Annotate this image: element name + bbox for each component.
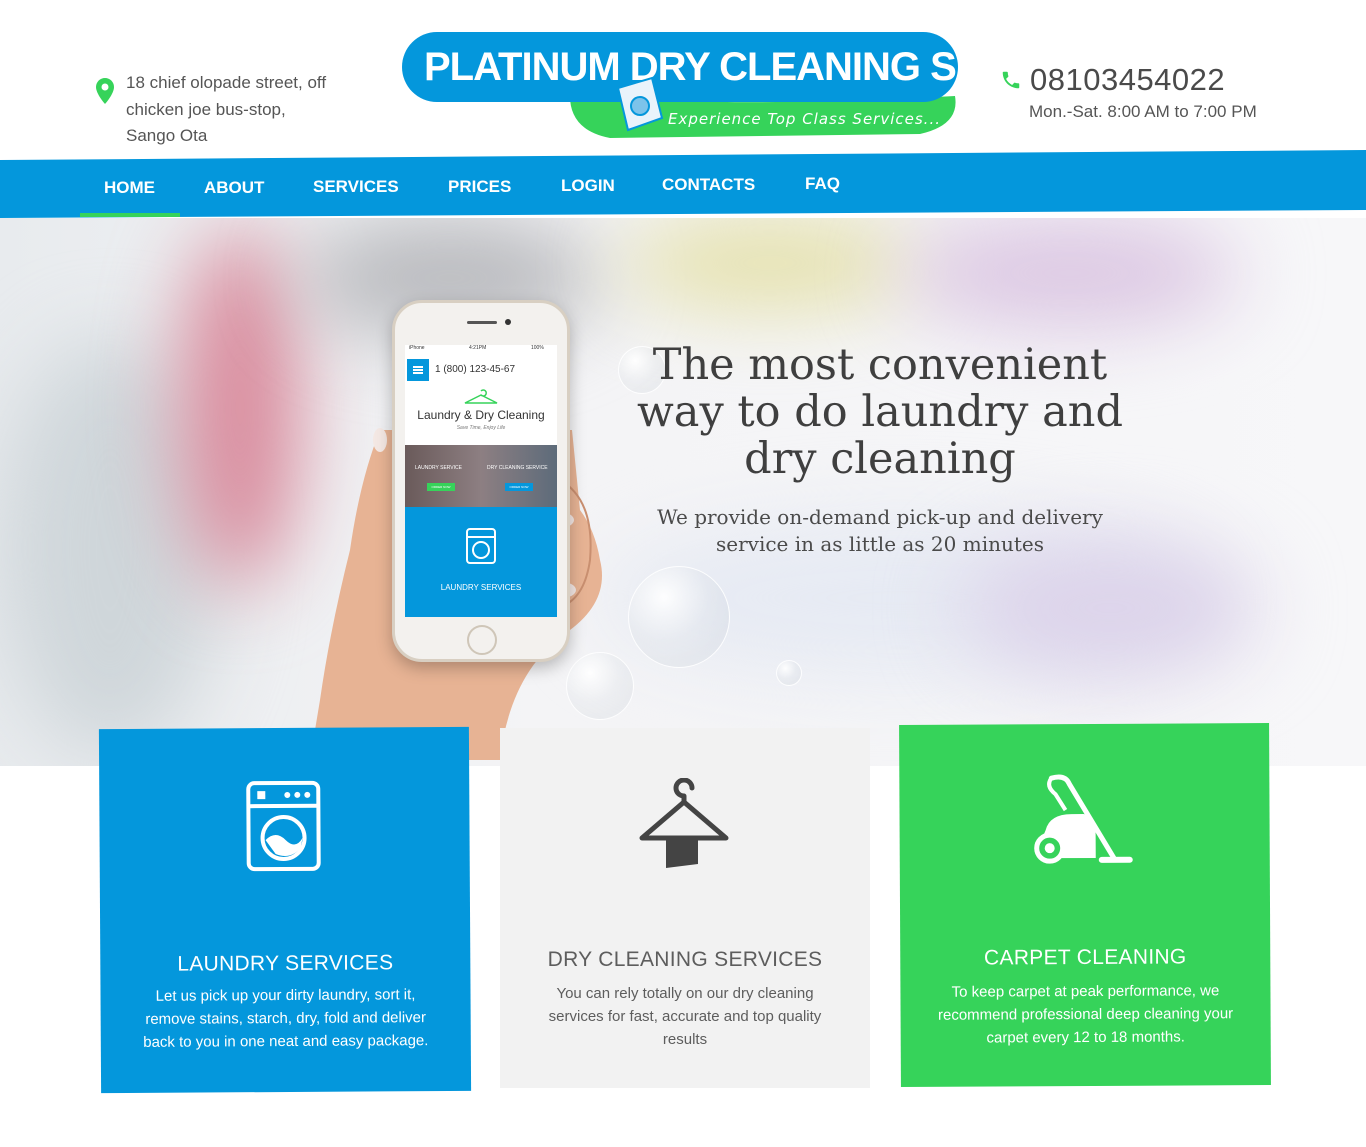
mock-blue-section — [405, 507, 557, 617]
active-nav-indicator — [80, 213, 180, 217]
phone-icon — [1002, 71, 1020, 89]
background-blur-purple — [900, 218, 1240, 328]
nav-item-prices[interactable]: PRICES — [448, 177, 511, 197]
mock-order-button: ORDER NOW — [505, 483, 533, 491]
service-title: CARPET CLEANING — [983, 945, 1187, 970]
service-title: DRY CLEANING SERVICES — [547, 948, 823, 971]
address-block: 18 chief olopade street, off chicken joe… — [96, 70, 336, 150]
service-title: LAUNDRY SERVICES — [177, 951, 394, 976]
mock-banner-left: LAUNDRY SERVICE — [415, 465, 462, 471]
status-time: 4:21PM — [469, 345, 487, 351]
phone-home-button — [467, 625, 497, 655]
mock-tagline: Save Time, Enjoy Life — [456, 425, 506, 431]
mock-banner-right: DRY CLEANING SERVICE — [487, 465, 548, 471]
logo-title: PLATINUM DRY CLEANING SERVICES — [424, 45, 960, 89]
mock-section-title: LAUNDRY SERVICES — [440, 583, 522, 592]
status-battery: 100% — [531, 345, 544, 351]
status-carrier: iPhone — [409, 345, 425, 351]
site-logo[interactable]: PLATINUM DRY CLEANING SERVICES Experienc… — [400, 30, 960, 142]
nav-item-contacts[interactable]: CONTACTS — [662, 175, 755, 195]
service-description: You can rely totally on our dry cleaning… — [548, 985, 822, 1048]
nav-item-login[interactable]: LOGIN — [561, 176, 615, 196]
service-description: To keep carpet at peak performance, we r… — [937, 982, 1234, 1047]
nav-item-faq[interactable]: FAQ — [805, 174, 840, 194]
hamburger-menu-icon — [407, 359, 429, 381]
phone-mockup: iPhone 4:21PM 100% 1 (800) 123-45-67 Lau… — [392, 300, 570, 662]
main-navigation: HOME ABOUT SERVICES PRICES LOGIN CONTACT… — [0, 150, 1366, 218]
address-text: 18 chief olopade street, off chicken joe… — [126, 73, 327, 145]
background-blur-red — [180, 228, 300, 588]
nav-item-services[interactable]: SERVICES — [313, 177, 399, 197]
background-blur-yellow — [620, 218, 920, 308]
hero-headline: The most convenient way to do laundry an… — [637, 340, 1123, 484]
nav-item-home[interactable]: HOME — [104, 178, 155, 198]
site-header: 18 chief olopade street, off chicken joe… — [0, 0, 1366, 160]
mock-order-button: ORDER NOW — [427, 483, 455, 491]
phone-speaker — [467, 321, 497, 324]
hero-subheadline: We provide on-demand pick-up and deliver… — [657, 505, 1103, 556]
hero-banner: The most convenient way to do laundry an… — [0, 218, 1366, 766]
logo-tagline: Experience Top Class Services... — [668, 110, 941, 128]
location-pin-icon — [96, 78, 114, 104]
mock-phone-number: 1 (800) 123-45-67 — [435, 364, 516, 375]
soap-bubble — [776, 660, 802, 686]
vacuum-cleaner-icon — [1034, 774, 1133, 864]
mock-washing-machine-icon — [466, 528, 496, 564]
mock-hanger-icon — [464, 389, 498, 404]
washing-machine-icon — [246, 780, 321, 872]
phone-number[interactable]: 08103454022 — [1030, 62, 1225, 98]
soap-bubble — [628, 566, 730, 668]
service-card-laundry[interactable]: LAUNDRY SERVICES Let us pick up your dir… — [98, 726, 472, 1094]
contact-block: 08103454022 Mon.-Sat. 8:00 AM to 7:00 PM — [1000, 62, 1257, 122]
mock-banner: LAUNDRY SERVICE DRY CLEANING SERVICE ORD… — [405, 445, 557, 507]
mock-site-title: Laundry & Dry Cleaning — [417, 408, 545, 422]
service-description: Let us pick up your dirty laundry, sort … — [143, 986, 429, 1051]
phone-screen: iPhone 4:21PM 100% 1 (800) 123-45-67 Lau… — [405, 345, 557, 617]
nav-item-about[interactable]: ABOUT — [204, 178, 264, 198]
phone-camera — [505, 319, 511, 325]
service-card-dry-cleaning[interactable]: DRY CLEANING SERVICES You can rely total… — [500, 728, 870, 1088]
background-blur-lavender — [960, 538, 1260, 678]
phone-status-bar: iPhone 4:21PM 100% — [405, 345, 557, 353]
business-hours: Mon.-Sat. 8:00 AM to 7:00 PM — [1029, 102, 1257, 121]
hanger-icon — [639, 778, 729, 868]
service-card-carpet-cleaning[interactable]: CARPET CLEANING To keep carpet at peak p… — [899, 723, 1271, 1087]
